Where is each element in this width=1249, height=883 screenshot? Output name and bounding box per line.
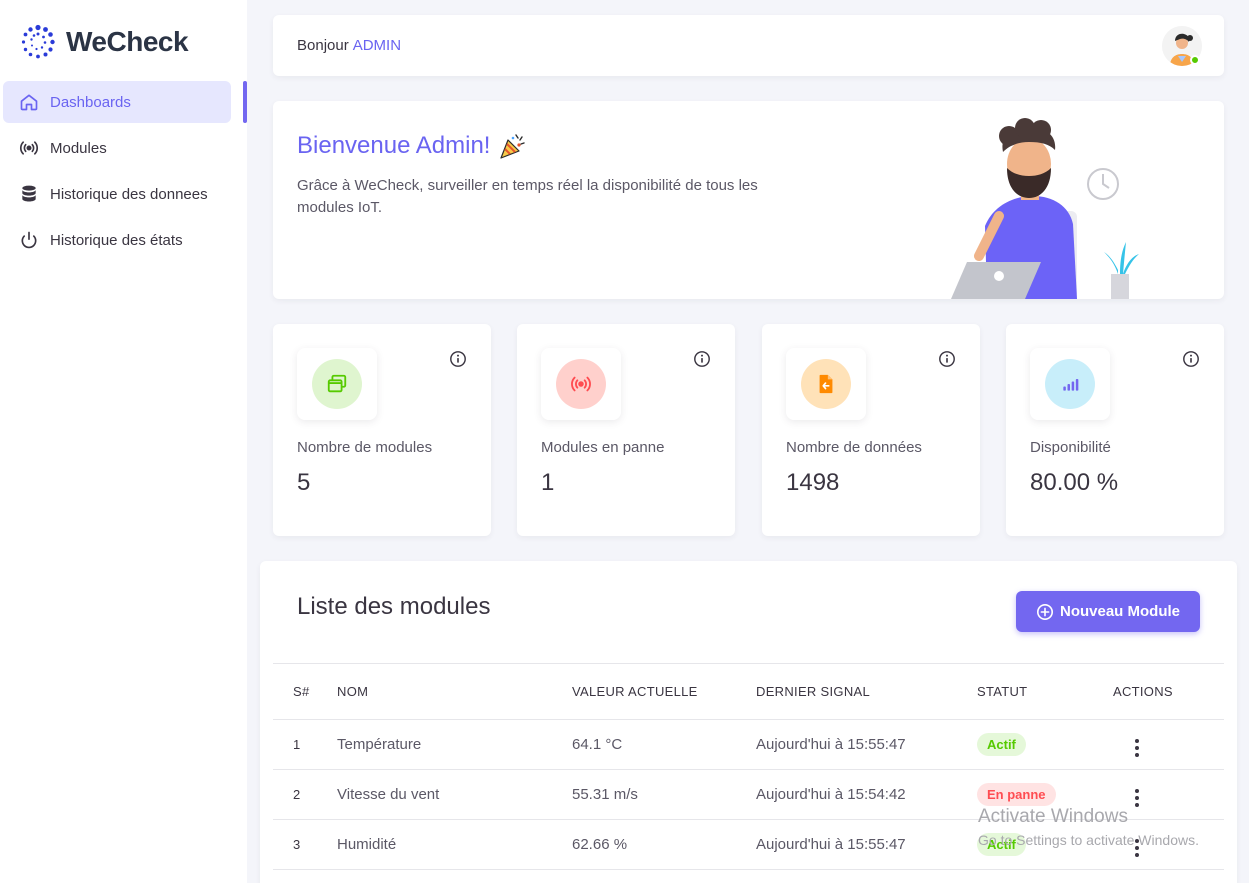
stat-icon-box — [541, 348, 621, 420]
broadcast-icon — [556, 359, 606, 409]
cell-actions — [1113, 819, 1224, 870]
cell-value: 62.66 % — [572, 819, 756, 870]
info-icon[interactable] — [1182, 350, 1200, 368]
stat-card-modules-en-panne: Modules en panne 1 — [517, 324, 735, 536]
app-logo[interactable]: WeCheck — [20, 24, 189, 60]
modules-table: S# NOM VALEUR ACTUELLE DERNIER SIGNAL ST… — [273, 663, 1224, 870]
table-row[interactable]: 1 Température 64.1 °C Aujourd'hui à 15:5… — [273, 719, 1224, 770]
welcome-card: Bienvenue Admin! Grâce à WeCheck, survei… — [273, 101, 1224, 299]
cell-signal: Aujourd'hui à 15:55:47 — [756, 719, 977, 770]
windows-icon — [312, 359, 362, 409]
broadcast-icon — [19, 138, 39, 158]
active-nav-indicator — [243, 81, 247, 123]
plus-circle-icon — [1036, 603, 1053, 620]
stat-icon-box — [1030, 348, 1110, 420]
cell-id: 2 — [273, 769, 337, 820]
cell-status: Actif — [977, 819, 1113, 870]
column-header-nom[interactable]: NOM — [337, 663, 572, 720]
cell-actions — [1113, 719, 1224, 770]
cell-status: Actif — [977, 719, 1113, 770]
stat-value: 1498 — [786, 469, 840, 496]
signal-icon — [1045, 359, 1095, 409]
more-vertical-icon[interactable] — [1135, 788, 1139, 809]
top-bar: Bonjour ADMIN — [273, 15, 1224, 76]
cell-name: Humidité — [337, 819, 572, 870]
stat-label: Disponibilité — [1030, 439, 1111, 456]
cell-actions — [1113, 769, 1224, 820]
more-vertical-icon[interactable] — [1135, 838, 1139, 859]
cell-signal: Aujourd'hui à 15:55:47 — [756, 819, 977, 870]
new-module-label: Nouveau Module — [1059, 603, 1180, 620]
cell-value: 55.31 m/s — [572, 769, 756, 820]
cell-id: 1 — [273, 719, 337, 770]
column-header-valeur[interactable]: VALEUR ACTUELLE — [572, 663, 756, 720]
welcome-text: Grâce à WeCheck, surveiller en temps rée… — [297, 177, 758, 216]
greeting-text: Bonjour — [297, 37, 349, 54]
table-header-row: S# NOM VALEUR ACTUELLE DERNIER SIGNAL ST… — [273, 663, 1224, 720]
sidebar-item-historique-donnees[interactable]: Historique des donnees — [3, 173, 231, 215]
database-icon — [19, 184, 39, 204]
stat-icon-box — [297, 348, 377, 420]
app-title: WeCheck — [66, 26, 189, 57]
table-row[interactable]: 2 Vitesse du vent 55.31 m/s Aujourd'hui … — [273, 769, 1224, 820]
sidebar-item-label: Historique des donnees — [50, 185, 208, 203]
column-header-id[interactable]: S# — [273, 663, 337, 720]
stat-card-disponibilite: Disponibilité 80.00 % — [1006, 324, 1224, 536]
stat-icon-box — [786, 348, 866, 420]
stat-value: 80.00 % — [1030, 469, 1119, 496]
status-badge: En panne — [977, 783, 1056, 806]
cell-name: Température — [337, 719, 572, 770]
stat-value: 1 — [541, 469, 555, 496]
power-icon — [19, 230, 39, 250]
stat-card-donnees: Nombre de données 1498 — [762, 324, 980, 536]
online-status-dot — [1190, 55, 1200, 65]
cell-signal: Aujourd'hui à 15:54:42 — [756, 769, 977, 820]
sidebar-nav: Dashboards Modules Historique des donnee… — [0, 81, 247, 265]
man-with-laptop-illustration — [951, 118, 1139, 299]
sidebar: WeCheck Dashboards Modules Historique de… — [0, 0, 247, 883]
modules-card: Liste des modules Nouveau Module S# NOM … — [260, 561, 1237, 883]
welcome-title-text: Bienvenue Admin! — [297, 132, 491, 159]
welcome-title: Bienvenue Admin! — [297, 131, 528, 161]
stat-label: Modules en panne — [541, 439, 665, 456]
logo-icon — [21, 24, 55, 59]
sidebar-item-label: Modules — [50, 139, 107, 157]
modules-title: Liste des modules — [297, 593, 491, 620]
sidebar-item-modules[interactable]: Modules — [3, 127, 231, 169]
more-vertical-icon[interactable] — [1135, 738, 1139, 759]
cell-status: En panne — [977, 769, 1113, 820]
sidebar-item-label: Historique des états — [50, 231, 183, 249]
status-badge: Actif — [977, 733, 1026, 756]
sidebar-item-dashboards[interactable]: Dashboards — [3, 81, 231, 123]
file-import-icon — [801, 359, 851, 409]
status-badge: Actif — [977, 833, 1026, 856]
info-icon[interactable] — [938, 350, 956, 368]
user-name: ADMIN — [352, 37, 402, 54]
column-header-actions: ACTIONS — [1113, 663, 1224, 720]
stat-label: Nombre de données — [786, 439, 922, 456]
party-popper-icon — [500, 134, 526, 159]
cell-value: 64.1 °C — [572, 719, 756, 770]
new-module-button[interactable]: Nouveau Module — [1016, 591, 1200, 632]
stat-card-modules: Nombre de modules 5 — [273, 324, 491, 536]
info-icon[interactable] — [693, 350, 711, 368]
cell-name: Vitesse du vent — [337, 769, 572, 820]
cell-id: 3 — [273, 819, 337, 870]
table-row[interactable]: 3 Humidité 62.66 % Aujourd'hui à 15:55:4… — [273, 819, 1224, 870]
stat-value: 5 — [297, 469, 311, 496]
stat-label: Nombre de modules — [297, 439, 433, 456]
sidebar-item-historique-etats[interactable]: Historique des états — [3, 219, 231, 261]
info-icon[interactable] — [449, 350, 467, 368]
home-icon — [19, 92, 39, 112]
column-header-statut[interactable]: STATUT — [977, 663, 1113, 720]
column-header-signal[interactable]: DERNIER SIGNAL — [756, 663, 977, 720]
sidebar-item-label: Dashboards — [50, 93, 131, 111]
